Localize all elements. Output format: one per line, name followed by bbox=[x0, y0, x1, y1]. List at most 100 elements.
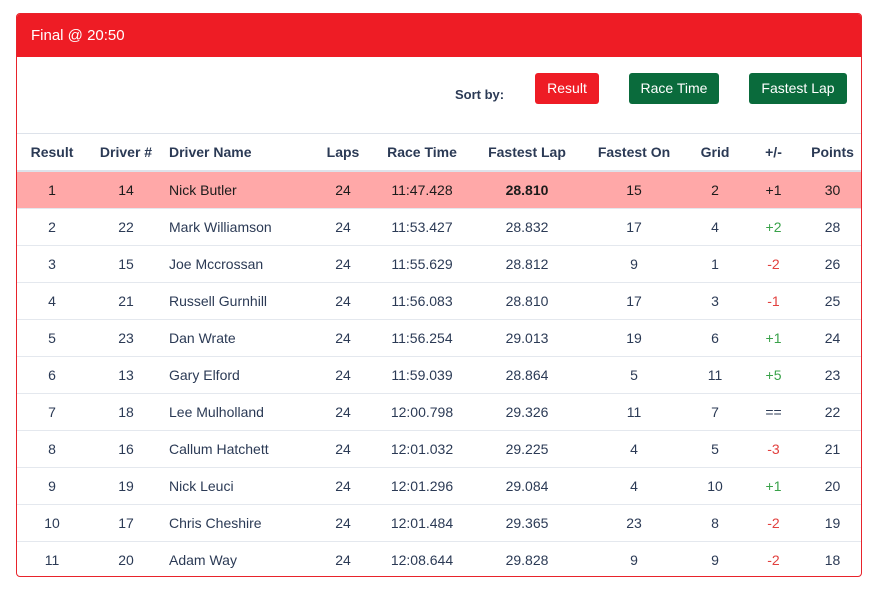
cell-race-time: 11:47.428 bbox=[373, 171, 471, 209]
cell-fastest-on: 11 bbox=[583, 393, 685, 431]
cell-fastest-on: 17 bbox=[583, 208, 685, 246]
cell-laps: 24 bbox=[313, 541, 373, 576]
cell-fastest-lap: 28.832 bbox=[471, 208, 583, 246]
cell-fastest-lap: 28.864 bbox=[471, 356, 583, 394]
col-header-fastest-on[interactable]: Fastest On bbox=[583, 134, 685, 172]
cell-plus-minus: -2 bbox=[745, 541, 802, 576]
cell-plus-minus: -2 bbox=[745, 504, 802, 542]
cell-plus-minus: +5 bbox=[745, 356, 802, 394]
col-header-race-time[interactable]: Race Time bbox=[373, 134, 471, 172]
cell-fastest-on: 5 bbox=[583, 356, 685, 394]
cell-points: 25 bbox=[802, 282, 861, 320]
cell-laps: 24 bbox=[313, 319, 373, 357]
cell-plus-minus: +2 bbox=[745, 208, 802, 246]
cell-race-time: 11:59.039 bbox=[373, 356, 471, 394]
cell-grid: 2 bbox=[685, 171, 745, 209]
col-header-laps[interactable]: Laps bbox=[313, 134, 373, 172]
col-header-grid[interactable]: Grid bbox=[685, 134, 745, 172]
cell-laps: 24 bbox=[313, 356, 373, 394]
cell-driver-number: 23 bbox=[87, 319, 165, 357]
cell-grid: 5 bbox=[685, 430, 745, 468]
table-row[interactable]: 2 22 Mark Williamson 24 11:53.427 28.832 17 4 +2… bbox=[17, 208, 861, 246]
cell-points: 28 bbox=[802, 208, 861, 246]
cell-driver-name: Nick Leuci bbox=[165, 467, 313, 505]
cell-driver-number: 15 bbox=[87, 245, 165, 283]
table-row[interactable]: 8 16 Callum Hatchett 24 12:01.032 29.225 4 5 -3 2… bbox=[17, 430, 861, 468]
cell-driver-name: Chris Cheshire bbox=[165, 504, 313, 542]
cell-race-time: 12:00.798 bbox=[373, 393, 471, 431]
col-header-result[interactable]: Result bbox=[17, 134, 87, 172]
cell-result: 2 bbox=[17, 208, 87, 246]
table-row[interactable]: 10 17 Chris Cheshire 24 12:01.484 29.365 23 8 -2… bbox=[17, 504, 861, 542]
table-header-row: Result Driver # Driver Name Laps Race Ti… bbox=[17, 134, 861, 172]
cell-laps: 24 bbox=[313, 208, 373, 246]
cell-laps: 24 bbox=[313, 467, 373, 505]
cell-race-time: 12:01.032 bbox=[373, 430, 471, 468]
cell-driver-name: Callum Hatchett bbox=[165, 430, 313, 468]
table-row[interactable]: 9 19 Nick Leuci 24 12:01.296 29.084 4 10 +1 20 bbox=[17, 467, 861, 505]
cell-fastest-on: 4 bbox=[583, 467, 685, 505]
col-header-driver-name[interactable]: Driver Name bbox=[165, 134, 313, 172]
cell-plus-minus: -2 bbox=[745, 245, 802, 283]
table-row[interactable]: 6 13 Gary Elford 24 11:59.039 28.864 5 11 +5 23 bbox=[17, 356, 861, 394]
cell-fastest-lap: 29.084 bbox=[471, 467, 583, 505]
results-table: Result Driver # Driver Name Laps Race Ti… bbox=[17, 134, 861, 576]
col-header-driver-number[interactable]: Driver # bbox=[87, 134, 165, 172]
cell-plus-minus: +1 bbox=[745, 467, 802, 505]
cell-result: 11 bbox=[17, 541, 87, 576]
cell-laps: 24 bbox=[313, 282, 373, 320]
col-header-fastest-lap[interactable]: Fastest Lap bbox=[471, 134, 583, 172]
table-row[interactable]: 7 18 Lee Mulholland 24 12:00.798 29.326 11 7 == 2… bbox=[17, 393, 861, 431]
cell-laps: 24 bbox=[313, 171, 373, 209]
cell-laps: 24 bbox=[313, 393, 373, 431]
cell-race-time: 12:01.296 bbox=[373, 467, 471, 505]
cell-driver-number: 16 bbox=[87, 430, 165, 468]
col-header-plus-minus[interactable]: +/- bbox=[745, 134, 802, 172]
cell-fastest-lap: 29.225 bbox=[471, 430, 583, 468]
table-row[interactable]: 5 23 Dan Wrate 24 11:56.254 29.013 19 6 +1 24 bbox=[17, 319, 861, 357]
cell-points: 22 bbox=[802, 393, 861, 431]
cell-result: 4 bbox=[17, 282, 87, 320]
col-header-points[interactable]: Points bbox=[802, 134, 861, 172]
cell-fastest-lap: 28.812 bbox=[471, 245, 583, 283]
table-row[interactable]: 4 21 Russell Gurnhill 24 11:56.083 28.810 17 3-… bbox=[17, 282, 861, 320]
cell-grid: 8 bbox=[685, 504, 745, 542]
cell-fastest-lap: 29.013 bbox=[471, 319, 583, 357]
cell-driver-name: Joe Mccrossan bbox=[165, 245, 313, 283]
cell-result: 1 bbox=[17, 171, 87, 209]
cell-grid: 11 bbox=[685, 356, 745, 394]
cell-laps: 24 bbox=[313, 504, 373, 542]
cell-grid: 6 bbox=[685, 319, 745, 357]
cell-points: 23 bbox=[802, 356, 861, 394]
cell-fastest-on: 15 bbox=[583, 171, 685, 209]
cell-plus-minus: -1 bbox=[745, 282, 802, 320]
cell-driver-number: 14 bbox=[87, 171, 165, 209]
cell-driver-number: 17 bbox=[87, 504, 165, 542]
cell-grid: 9 bbox=[685, 541, 745, 576]
cell-race-time: 11:53.427 bbox=[373, 208, 471, 246]
cell-fastest-on: 9 bbox=[583, 541, 685, 576]
cell-points: 20 bbox=[802, 467, 861, 505]
cell-fastest-lap: 29.365 bbox=[471, 504, 583, 542]
cell-fastest-on: 23 bbox=[583, 504, 685, 542]
cell-driver-number: 13 bbox=[87, 356, 165, 394]
sort-result-button[interactable]: Result bbox=[535, 73, 599, 104]
table-row[interactable]: 11 20 Adam Way 24 12:08.644 29.828 9 9 -2 18 bbox=[17, 541, 861, 576]
cell-fastest-lap: 28.810 bbox=[471, 171, 583, 209]
cell-driver-name: Dan Wrate bbox=[165, 319, 313, 357]
cell-fastest-on: 17 bbox=[583, 282, 685, 320]
cell-plus-minus: +1 bbox=[745, 171, 802, 209]
cell-driver-number: 22 bbox=[87, 208, 165, 246]
cell-points: 26 bbox=[802, 245, 861, 283]
cell-race-time: 11:55.629 bbox=[373, 245, 471, 283]
cell-race-time: 11:56.083 bbox=[373, 282, 471, 320]
cell-driver-name: Gary Elford bbox=[165, 356, 313, 394]
sort-race-time-button[interactable]: Race Time bbox=[629, 73, 719, 104]
table-row[interactable]: 3 15 Joe Mccrossan 24 11:55.629 28.812 9 1 -2 26 bbox=[17, 245, 861, 283]
cell-laps: 24 bbox=[313, 430, 373, 468]
sort-fastest-lap-button[interactable]: Fastest Lap bbox=[749, 73, 847, 104]
table-row[interactable]: 1 14 Nick Butler 24 11:47.428 28.810 15 2 +1 30 bbox=[17, 171, 861, 209]
panel-title: Final @ 20:50 bbox=[17, 14, 861, 57]
cell-driver-number: 19 bbox=[87, 467, 165, 505]
results-panel: Final @ 20:50 Sort by: Result Race Time … bbox=[16, 13, 862, 577]
